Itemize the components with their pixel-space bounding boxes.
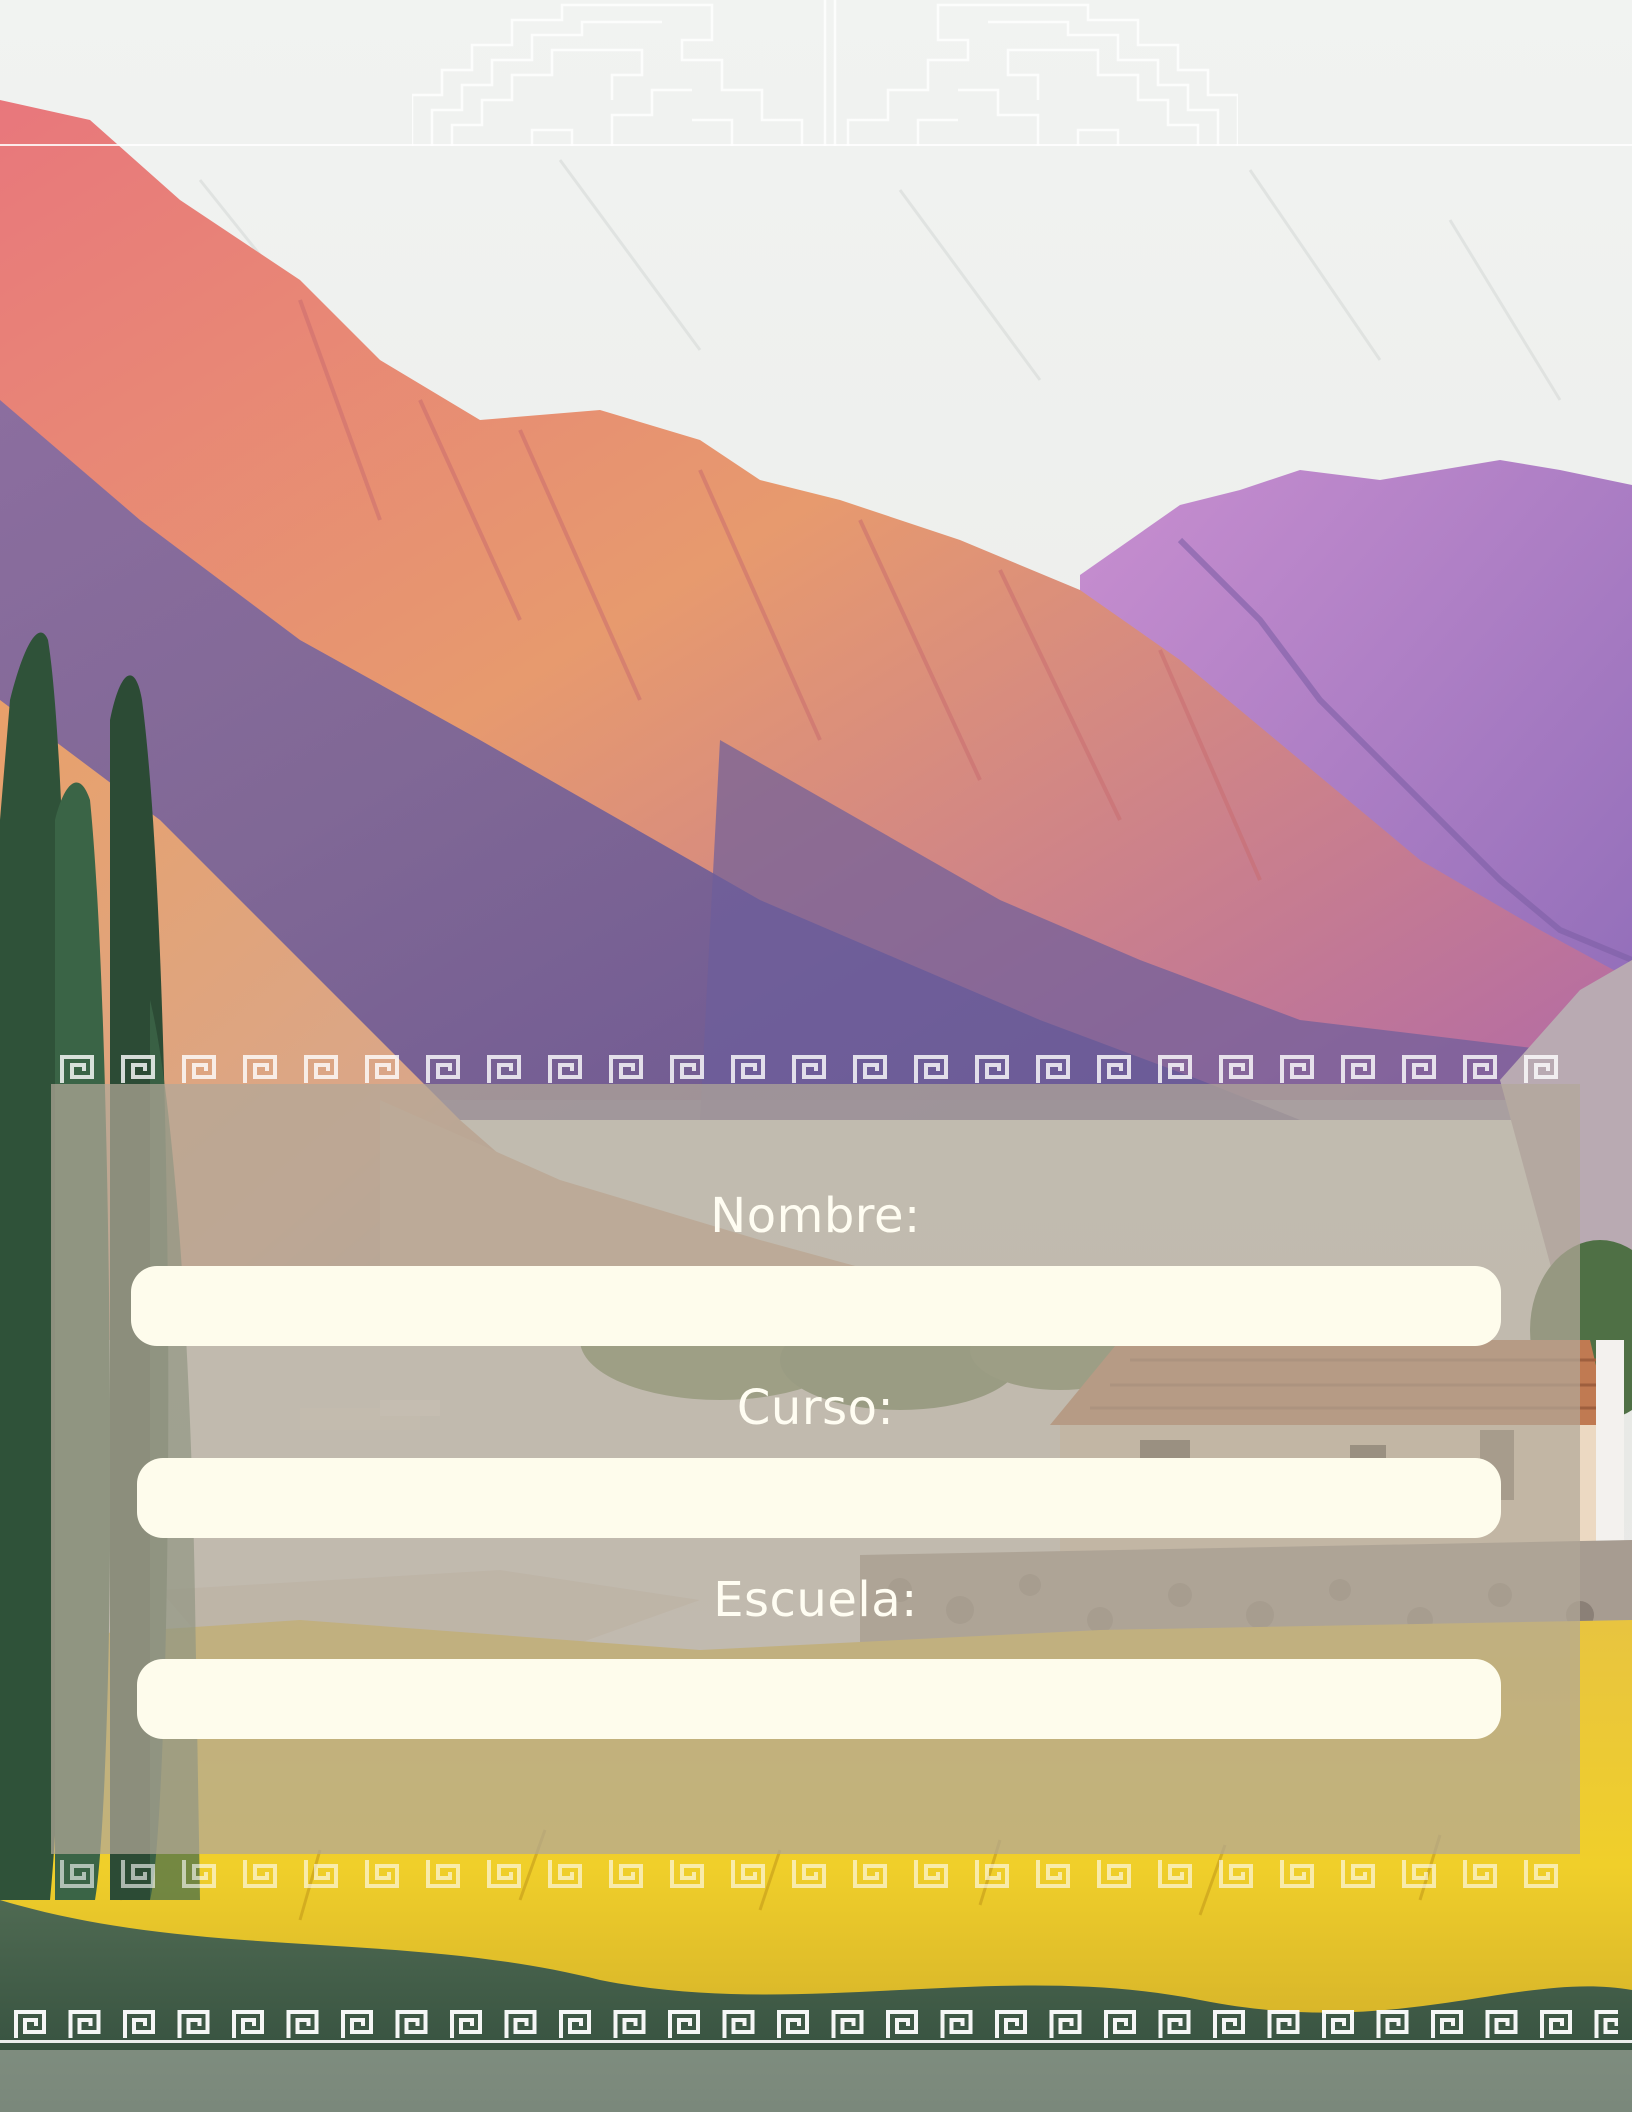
name-label: Nombre: <box>710 1188 921 1244</box>
andean-stepped-motif-icon <box>412 0 1238 146</box>
header-divider <box>0 144 1632 146</box>
school-field[interactable] <box>137 1659 1501 1739</box>
school-label: Escuela: <box>713 1572 918 1628</box>
greek-key-border-top <box>60 1055 1572 1085</box>
course-field[interactable] <box>137 1458 1501 1538</box>
course-label: Curso: <box>736 1380 895 1436</box>
name-field[interactable] <box>131 1266 1501 1346</box>
greek-key-icon <box>14 2010 1618 2040</box>
greek-key-icon <box>60 1858 1572 1888</box>
greek-key-border-bottom <box>60 1858 1572 1888</box>
greek-key-icon <box>60 1055 1572 1085</box>
student-info-form: Nombre: Curso: Escuela: <box>51 1084 1580 1854</box>
footer-divider <box>0 2040 1632 2043</box>
greek-key-border-footer <box>14 2010 1618 2040</box>
